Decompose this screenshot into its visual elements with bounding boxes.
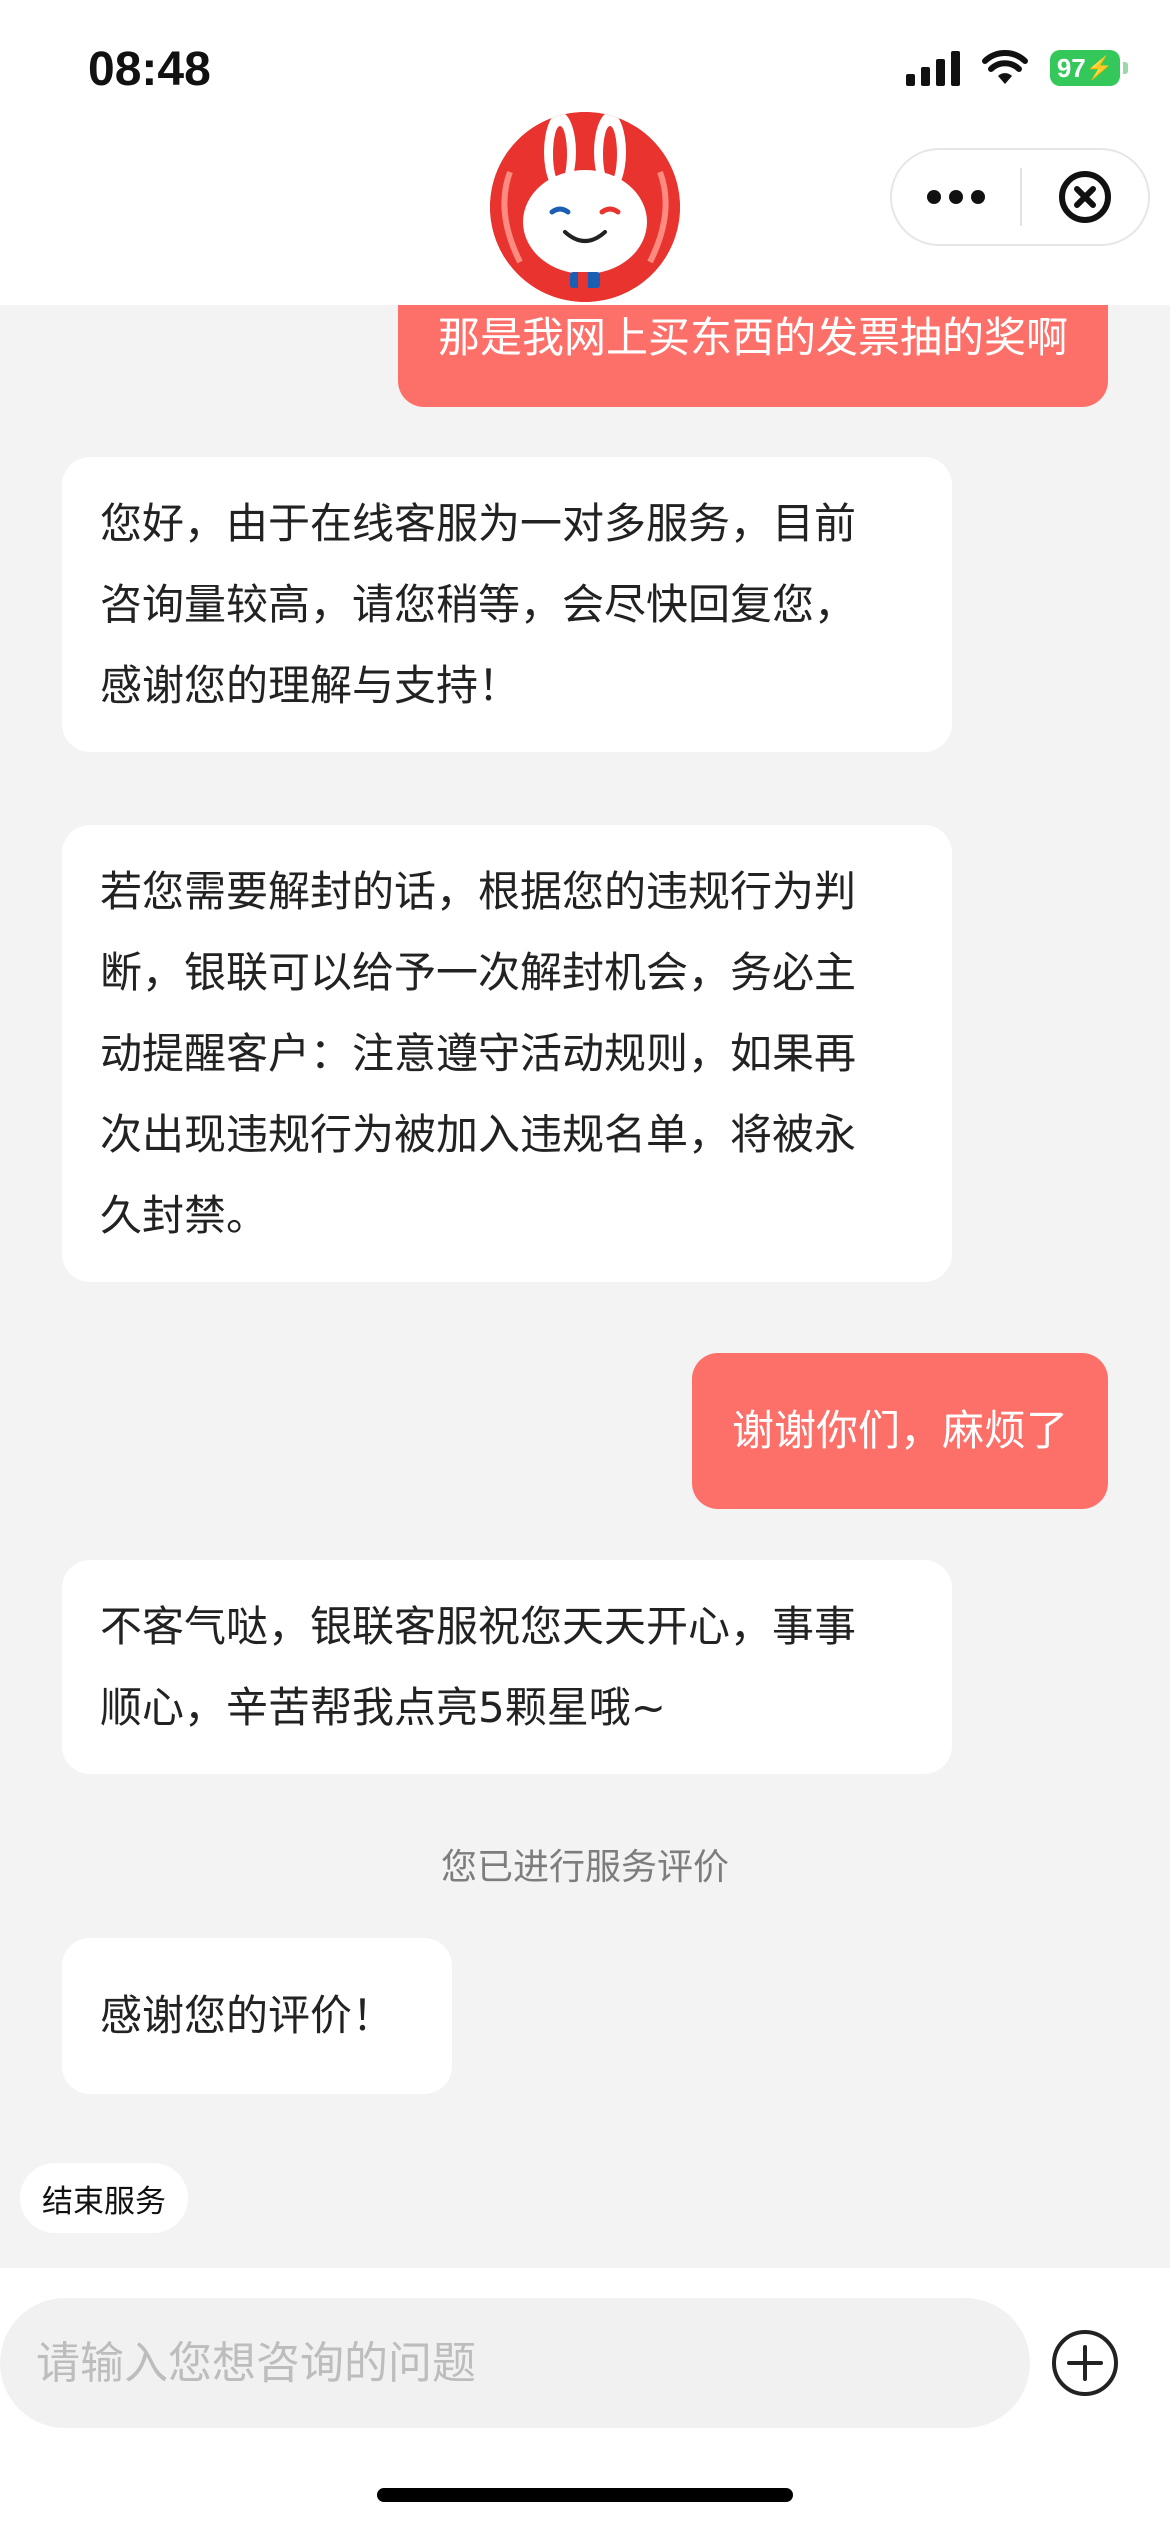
battery-icon: 97 ⚡: [1050, 50, 1128, 86]
rabbit-mascot-icon: [490, 112, 680, 302]
message-user-2: 谢谢你们，麻烦了: [691, 1353, 1108, 1509]
end-service-button[interactable]: 结束服务: [20, 2163, 188, 2233]
message-agent-4: 感谢您的评价！: [62, 1938, 452, 2094]
message-line: 断，银联可以给予一次解封机会，务必主: [100, 948, 857, 997]
battery-level: 97: [1056, 52, 1086, 83]
home-indicator: [377, 2488, 793, 2502]
more-button[interactable]: [892, 150, 1020, 244]
message-line: 动提醒客户：注意遵守活动规则，如果再: [100, 1029, 857, 1078]
message-line: 咨询量较高，请您稍等，会尽快回复您，: [100, 580, 857, 629]
header: 08:48 97 ⚡: [0, 0, 1170, 305]
message-text: 谢谢你们，麻烦了: [731, 1406, 1068, 1455]
attach-button[interactable]: [1040, 2318, 1130, 2408]
message-line: 感谢您的理解与支持！: [100, 661, 521, 710]
message-line: 您好，由于在线客服为一对多服务，目前: [100, 499, 857, 548]
status-icons: 97 ⚡: [906, 50, 1128, 86]
chat-screen: 那是我网上买东西的发票抽的奖啊 您好，由于在线客服为一对多服务，目前 咨询量较高…: [0, 0, 1170, 2532]
message-line: 不客气哒，银联客服祝您天天开心，事事: [100, 1602, 857, 1651]
question-input[interactable]: [0, 2298, 1030, 2428]
message-line: 次出现违规行为被加入违规名单，将被永: [100, 1110, 857, 1159]
plus-circle-icon: [1052, 2330, 1118, 2396]
cellular-signal-icon: [906, 50, 960, 86]
message-line: 久封禁。: [100, 1191, 269, 1240]
ellipsis-icon: [927, 190, 985, 204]
message-agent-1: 您好，由于在线客服为一对多服务，目前 咨询量较高，请您稍等，会尽快回复您， 感谢…: [62, 457, 952, 752]
close-button[interactable]: [1022, 150, 1148, 244]
assistant-avatar: [490, 112, 680, 302]
rating-notice: 您已进行服务评价: [440, 1847, 729, 1888]
wifi-icon: [982, 50, 1028, 84]
mini-program-capsule: [890, 148, 1150, 246]
message-text: 那是我网上买东西的发票抽的奖啊: [437, 313, 1068, 362]
message-agent-2: 若您需要解封的话，根据您的违规行为判 断，银联可以给予一次解封机会，务必主 动提…: [62, 825, 952, 1282]
message-line: 若您需要解封的话，根据您的违规行为判: [100, 867, 857, 916]
message-agent-3: 不客气哒，银联客服祝您天天开心，事事 顺心，辛苦帮我点亮5颗星哦~: [62, 1560, 952, 1774]
message-line: 感谢您的评价！: [100, 1991, 395, 2040]
close-circle-icon: [1059, 171, 1111, 223]
status-time: 08:48: [88, 43, 211, 96]
message-line: 顺心，辛苦帮我点亮5颗星哦~: [100, 1683, 666, 1732]
